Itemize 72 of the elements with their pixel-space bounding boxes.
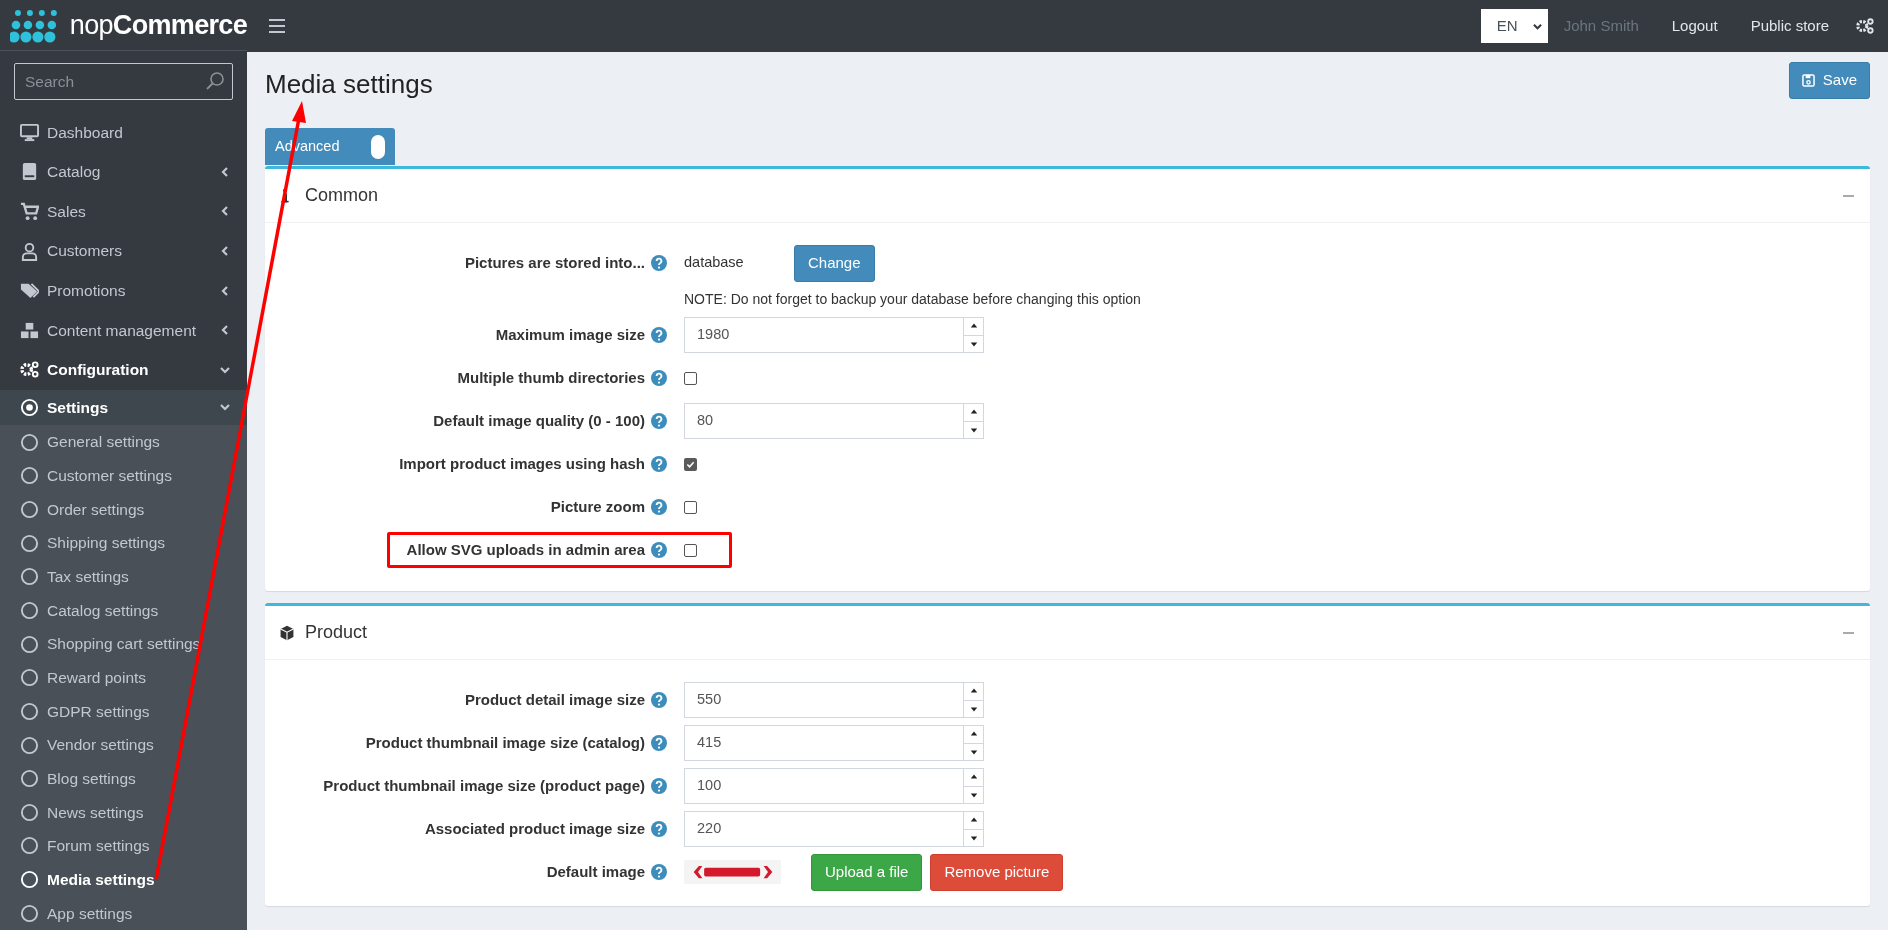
- sidebar-item[interactable]: Shopping cart settings: [0, 627, 247, 661]
- sidebar-label: News settings: [47, 802, 144, 823]
- field-label: Product thumbnail image size (product page): [323, 775, 645, 796]
- sidebar-label: GDPR settings: [47, 701, 150, 722]
- field-label: Maximum image size: [495, 324, 645, 345]
- sidebar-item[interactable]: Forum settings: [0, 829, 247, 863]
- field-label: Default image: [546, 861, 645, 882]
- number-input[interactable]: 415: [684, 725, 984, 761]
- sidebar-label: General settings: [47, 432, 160, 453]
- sidebar-item[interactable]: General settings: [0, 425, 247, 459]
- sidebar-item[interactable]: Shipping settings: [0, 526, 247, 560]
- sidebar-label: App settings: [47, 903, 133, 924]
- card-title: Product: [305, 621, 368, 644]
- field-label: Product detail image size: [464, 689, 645, 710]
- number-input[interactable]: 220: [684, 811, 984, 847]
- sidebar-item[interactable]: Order settings: [0, 492, 247, 527]
- number-input[interactable]: 80: [684, 403, 984, 439]
- search-field[interactable]: Search: [14, 63, 233, 101]
- nav-link[interactable]: Public store: [1750, 14, 1829, 38]
- number-input[interactable]: 550: [684, 682, 984, 718]
- sidebar-item[interactable]: Settings: [0, 389, 247, 426]
- sidebar-label: Dashboard: [47, 122, 123, 143]
- sidebar-label: Customers: [47, 241, 122, 262]
- sidebar-label: Blog settings: [47, 769, 136, 790]
- sidebar-label: Promotions: [47, 281, 126, 302]
- sidebar-item[interactable]: Blog settings: [0, 761, 247, 796]
- card-title: Common: [305, 184, 379, 207]
- language-select[interactable]: EN: [1480, 9, 1548, 43]
- field-label: Picture zoom: [550, 496, 645, 517]
- sidebar-item[interactable]: Tax settings: [0, 559, 247, 594]
- field-label: Associated product image size: [424, 818, 645, 839]
- sidebar-label: Media settings: [47, 870, 155, 890]
- sidebar-label: Customer settings: [47, 466, 172, 487]
- sidebar-item[interactable]: Vendor settings: [0, 728, 247, 762]
- change-button[interactable]: Change: [794, 244, 875, 282]
- sidebar-item[interactable]: Media settings: [0, 862, 247, 897]
- logo[interactable]: nopCommerce: [0, 0, 247, 52]
- number-input[interactable]: 100: [684, 768, 984, 804]
- sidebar-label: Tax settings: [47, 567, 129, 588]
- field-label: Allow SVG uploads in admin area: [406, 539, 645, 560]
- nav-link[interactable]: Logout: [1671, 14, 1718, 38]
- sidebar-item[interactable]: News settings: [0, 795, 247, 830]
- sidebar-label: Shopping cart settings: [47, 634, 201, 655]
- sidebar-label: Configuration: [47, 360, 149, 381]
- field-note: NOTE: Do not forget to backup your database before changing this option: [684, 289, 1141, 309]
- sidebar-label: Settings: [47, 397, 109, 418]
- save-button[interactable]: Save: [1788, 62, 1870, 99]
- sidebar-label: Order settings: [47, 499, 145, 520]
- sidebar-label: Forum settings: [47, 836, 150, 857]
- field-value: database: [684, 253, 745, 273]
- field-label: Import product images using hash: [399, 453, 645, 474]
- remove-button[interactable]: Remove picture: [930, 853, 1064, 891]
- sidebar-label: Catalog settings: [47, 600, 159, 621]
- logo-text: nopCommerce: [69, 11, 247, 39]
- sidebar-item[interactable]: GDPR settings: [0, 694, 247, 729]
- field-label: Default image quality (0 - 100): [433, 410, 645, 431]
- sidebar-label: Catalog: [47, 162, 101, 183]
- number-input[interactable]: 1980: [684, 317, 984, 353]
- field-label: Multiple thumb directories: [457, 367, 645, 388]
- field-label: Pictures are stored into...: [464, 252, 645, 273]
- sidebar-label: Reward points: [47, 668, 147, 689]
- sidebar-label: Sales: [47, 201, 86, 222]
- user-name: John Smith: [1563, 15, 1639, 36]
- sidebar-item[interactable]: App settings: [0, 896, 247, 930]
- sidebar-item[interactable]: Reward points: [0, 660, 247, 695]
- sidebar-label: Vendor settings: [47, 735, 154, 756]
- field-label: Product thumbnail image size (catalog): [365, 732, 645, 753]
- sidebar-item[interactable]: Customer settings: [0, 458, 247, 493]
- page-title: Media settings: [265, 68, 433, 101]
- sidebar-label: Shipping settings: [47, 533, 166, 554]
- sidebar-item[interactable]: Catalog settings: [0, 593, 247, 628]
- sidebar-label: Content management: [47, 320, 197, 341]
